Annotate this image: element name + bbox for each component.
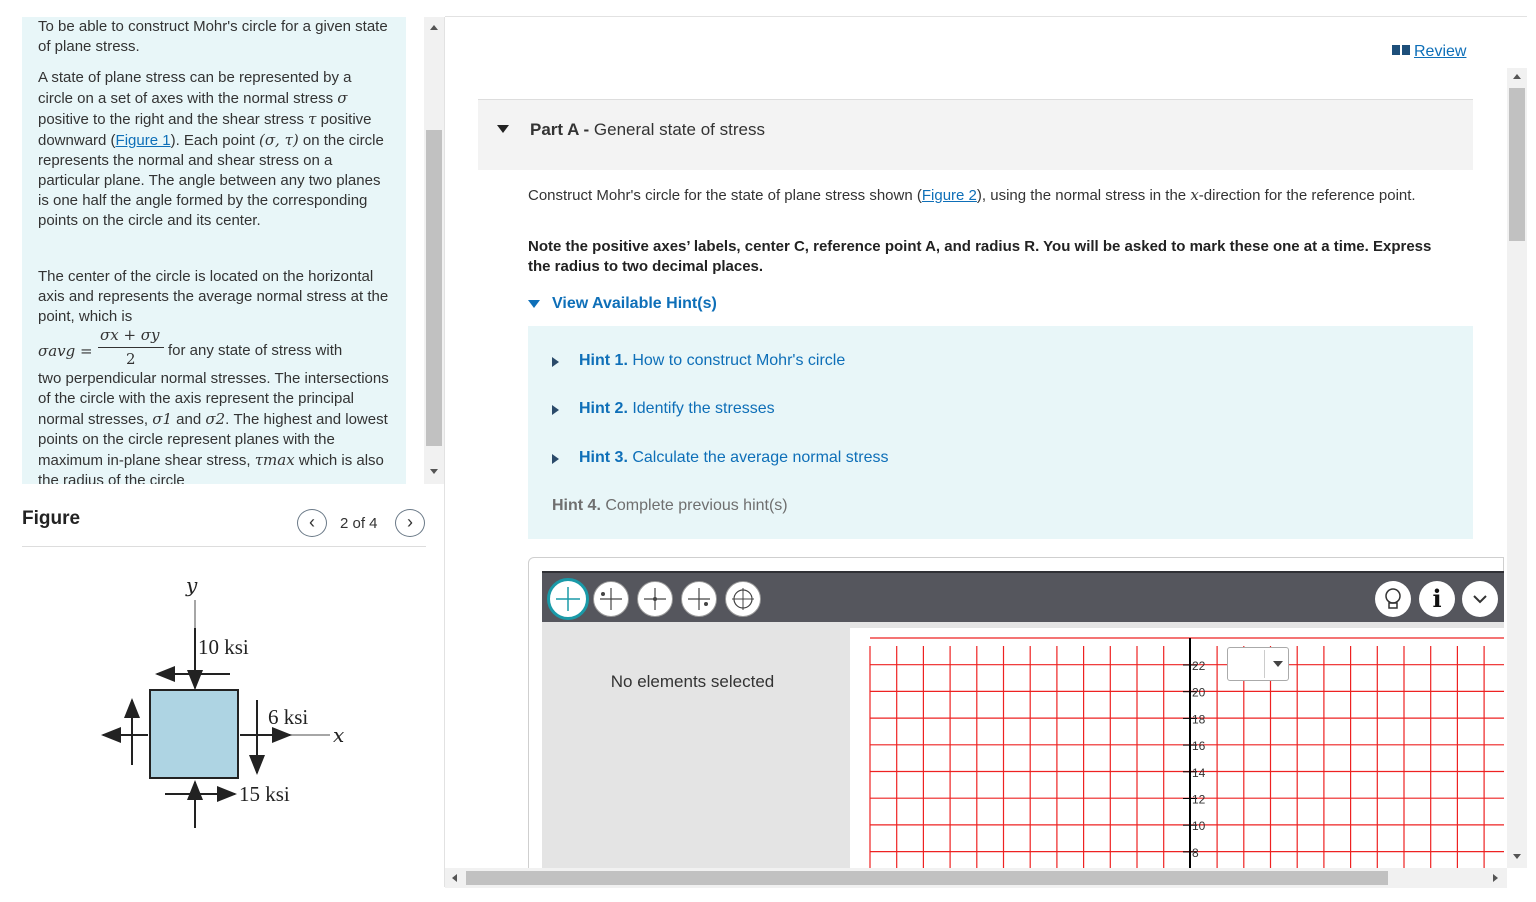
center-tool-button[interactable]: [637, 581, 673, 617]
axis-tick-label: 12: [1192, 793, 1206, 807]
axis-label-tool-button[interactable]: [593, 581, 629, 617]
expand-triangle-icon: [552, 405, 559, 415]
figure-counter: 2 of 4: [340, 515, 378, 532]
scroll-up-icon[interactable]: [1513, 74, 1521, 79]
question-instructions: Construct Mohr's circle for the state of…: [528, 186, 1416, 204]
lightbulb-icon: [1385, 588, 1401, 609]
axis-tick-label: 8: [1192, 846, 1199, 860]
part-a-header[interactable]: Part A - General state of stress: [478, 99, 1473, 170]
intro-scrollbar[interactable]: [424, 17, 444, 484]
label-select-dropdown[interactable]: [1227, 647, 1289, 681]
scroll-down-icon[interactable]: [430, 469, 438, 474]
scroll-thumb[interactable]: [426, 130, 442, 446]
y-axis-label: y: [185, 573, 198, 597]
circle-tool-icon: [732, 588, 754, 610]
scroll-down-icon[interactable]: [1513, 854, 1521, 859]
figure-2-link[interactable]: Figure 2: [922, 187, 977, 204]
hint-tool-button[interactable]: [1375, 581, 1411, 617]
stress-element-figure: y x 10 ksi 6 ksi 15 ksi: [101, 573, 344, 828]
center-tool-icon: [644, 588, 666, 610]
page-scrollbar[interactable]: [1507, 68, 1527, 868]
axis-label-tool-icon: [600, 588, 622, 610]
axis-tick-label: 16: [1192, 739, 1206, 753]
x-axis-label: x: [333, 723, 344, 747]
axis-tick-label: 14: [1192, 766, 1206, 780]
review-link[interactable]: Review: [1392, 43, 1466, 61]
reference-point-tool-button[interactable]: [681, 581, 717, 617]
figure-heading: Figure: [22, 508, 81, 529]
circle-tool-button[interactable]: [725, 581, 761, 617]
book-icon: [1392, 43, 1410, 61]
tool-menu-button[interactable]: [1462, 581, 1498, 617]
next-figure-button[interactable]: ›: [395, 509, 425, 537]
panel-divider: [444, 17, 445, 887]
chevron-right-icon: ›: [407, 512, 413, 532]
avg-stress-formula: σavg = σx + σy 2 for any state of stress…: [38, 326, 343, 368]
element-properties-panel: [542, 622, 843, 887]
question-note: Note the positive axes’ labels, center C…: [528, 238, 1432, 275]
figure-divider: [22, 546, 426, 547]
axis-tick-label: 20: [1192, 686, 1206, 700]
stress-element-square: [149, 689, 239, 779]
scroll-up-icon[interactable]: [430, 25, 438, 30]
horizontal-scrollbar[interactable]: [445, 868, 1507, 888]
right-stress-label: 6 ksi: [268, 705, 308, 729]
chevron-left-icon: ‹: [309, 512, 315, 532]
hints-panel: Hint 1. How to construct Mohr's circle H…: [528, 326, 1473, 539]
intro-paragraph-4: two perpendicular normal stresses. The i…: [38, 370, 389, 484]
top-divider: [445, 16, 1527, 17]
top-stress-label: 10 ksi: [198, 635, 249, 659]
figure-1-link[interactable]: Figure 1: [116, 132, 171, 149]
scroll-left-icon[interactable]: [452, 874, 457, 882]
intro-paragraph-2: A state of plane stress can be represent…: [38, 69, 384, 229]
mohr-grid-canvas[interactable]: 22 20 18 16 14 12 10 8: [850, 628, 1504, 868]
axis-tick-label: 22: [1192, 659, 1206, 673]
intro-paragraph-1: To be able to construct Mohr's circle fo…: [38, 18, 388, 55]
collapse-triangle-icon[interactable]: [497, 125, 509, 133]
chevron-down-icon: [1473, 595, 1487, 604]
no-elements-message: No elements selected: [610, 672, 775, 691]
caret-down-icon: [528, 300, 540, 308]
scroll-right-icon[interactable]: [1493, 874, 1498, 882]
horizontal-scroll-thumb[interactable]: [466, 871, 1388, 885]
info-icon: i: [1432, 584, 1442, 613]
part-title: Part A - General state of stress: [530, 120, 765, 139]
drawing-toolbar: i: [542, 571, 1504, 622]
view-hints-toggle[interactable]: View Available Hint(s): [528, 295, 717, 313]
intro-paragraph-3: The center of the circle is located on t…: [38, 268, 389, 325]
axis-tick-label: 10: [1192, 819, 1206, 833]
intro-text-panel: To be able to construct Mohr's circle fo…: [22, 17, 406, 484]
axes-tool-icon: [556, 587, 580, 611]
dropdown-arrow-icon: [1273, 661, 1283, 667]
expand-triangle-icon: [552, 357, 559, 367]
axes-tool-button[interactable]: [547, 578, 589, 620]
axis-tick-label: 18: [1192, 712, 1206, 726]
previous-figure-button[interactable]: ‹: [297, 509, 327, 537]
reference-point-tool-icon: [688, 588, 710, 610]
bottom-stress-label: 15 ksi: [239, 782, 290, 806]
page-scroll-thumb[interactable]: [1509, 88, 1525, 241]
info-button[interactable]: i: [1419, 581, 1455, 617]
expand-triangle-icon: [552, 454, 559, 464]
